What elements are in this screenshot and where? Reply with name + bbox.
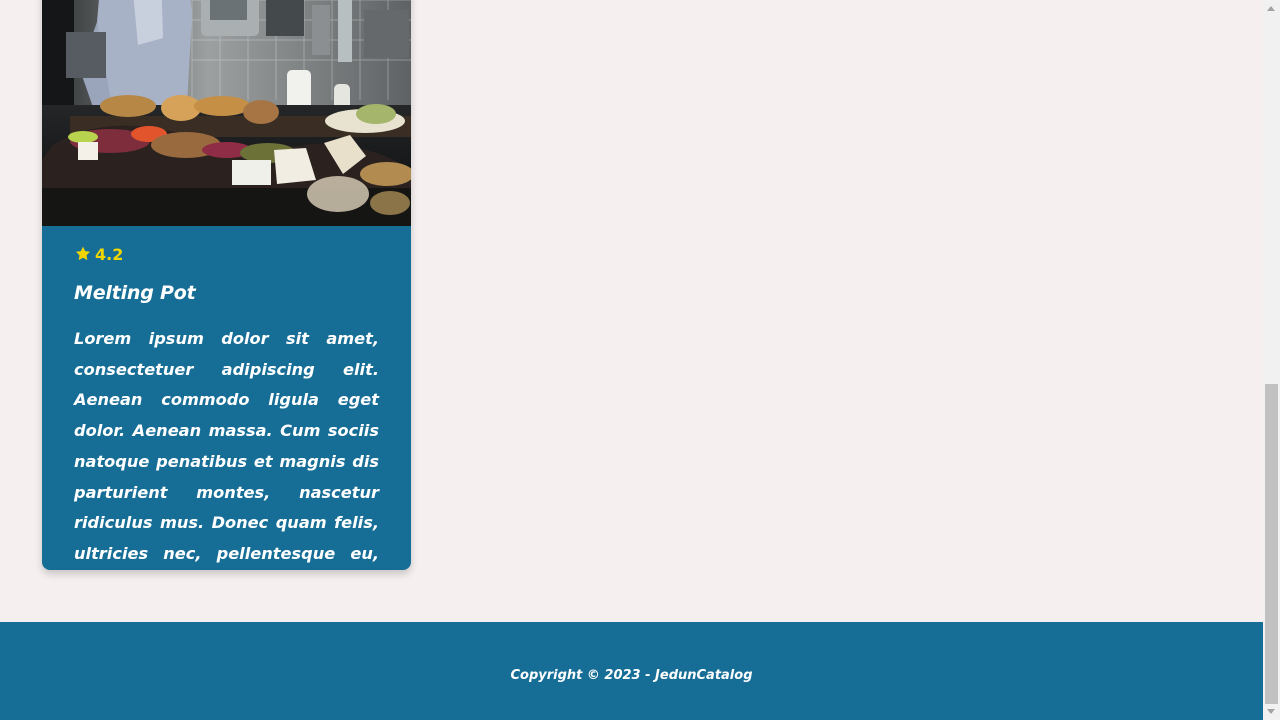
restaurant-title[interactable]: Melting Pot — [74, 281, 379, 305]
copyright-text: Copyright © 2023 - JedunCatalog — [510, 668, 753, 683]
star-icon — [74, 245, 92, 263]
main-content: 4.2 Melting Pot Lorem ipsum dolor sit am… — [0, 0, 1263, 622]
site-footer: Copyright © 2023 - JedunCatalog — [0, 622, 1263, 720]
restaurant-card[interactable]: 4.2 Melting Pot Lorem ipsum dolor sit am… — [42, 0, 411, 570]
restaurant-description: Lorem ipsum dolor sit amet, consectetuer… — [74, 329, 379, 563]
restaurant-photo-illustration — [42, 0, 411, 226]
scroll-down-icon[interactable] — [1267, 709, 1275, 714]
page: 4.2 Melting Pot Lorem ipsum dolor sit am… — [0, 0, 1280, 720]
rating-value: 4.2 — [95, 244, 124, 264]
scroll-up-icon[interactable] — [1267, 6, 1275, 11]
rating: 4.2 — [74, 240, 379, 268]
card-body: 4.2 Melting Pot Lorem ipsum dolor sit am… — [74, 240, 379, 570]
vertical-scrollbar[interactable] — [1263, 0, 1280, 720]
restaurant-photo — [42, 0, 411, 226]
scrollbar-thumb[interactable] — [1265, 384, 1278, 704]
